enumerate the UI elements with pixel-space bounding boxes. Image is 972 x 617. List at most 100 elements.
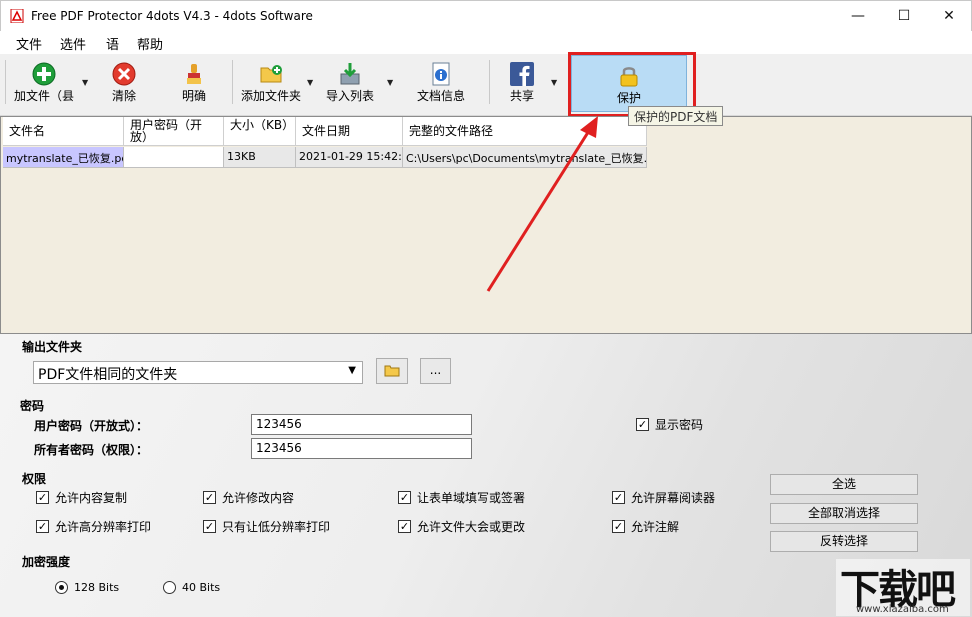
app-pdf-icon — [10, 9, 24, 23]
permission-label: 允许注解 — [631, 520, 680, 534]
owner-password-label: 所有者密码（权限）： — [34, 443, 149, 457]
permissions-title: 权限 — [22, 472, 47, 486]
add-file-label: 加文件（县 — [13, 89, 74, 103]
clear-label: 清除 — [111, 89, 136, 103]
add-folder-button[interactable]: 添加文件夹 — [236, 54, 306, 106]
deselect-all-button[interactable]: 全部取消选择 — [770, 503, 918, 524]
checkbox-icon: ✓ — [36, 491, 49, 504]
add-file-button[interactable]: 加文件（县 — [8, 54, 80, 106]
facebook-icon — [510, 62, 534, 86]
add-folder-icon — [260, 65, 282, 83]
permission-label: 让表单域填写或签署 — [417, 491, 526, 505]
cell-filename[interactable]: mytranslate_已恢复.pdf — [3, 147, 124, 168]
invert-selection-button[interactable]: 反转选择 — [770, 531, 918, 552]
folder-icon — [384, 365, 400, 377]
password-title: 密码 — [20, 399, 45, 413]
column-header-date[interactable]: 文件日期 — [296, 117, 403, 146]
cell-date: 2021-01-29 15:42:31 — [296, 147, 403, 168]
permission-checkbox[interactable]: ✓ 允许文件大会或更改 — [398, 518, 525, 535]
clear-icon — [112, 62, 136, 86]
checkbox-icon: ✓ — [612, 520, 625, 533]
radio-icon — [163, 581, 176, 594]
cell-size: 13KB — [224, 147, 296, 168]
permission-label: 允许高分辨率打印 — [55, 520, 152, 534]
window-title: Free PDF Protector 4dots V4.3 - 4dots So… — [31, 9, 313, 23]
permission-checkbox[interactable]: ✓ 允许修改内容 — [203, 489, 294, 506]
menu-options[interactable]: 选件 — [60, 34, 86, 53]
checkbox-icon: ✓ — [203, 520, 216, 533]
column-header-size[interactable]: 大小（KB） — [224, 117, 296, 146]
output-folder-title: 输出文件夹 — [22, 340, 83, 354]
user-password-label: 用户密码（开放式）： — [34, 419, 149, 433]
browse-folder-button[interactable] — [376, 358, 408, 384]
share-label: 共享 — [509, 89, 534, 103]
import-list-button[interactable]: 导入列表 — [320, 54, 380, 106]
protect-tooltip: 保护的PDF文档 — [628, 106, 724, 126]
toolbar: 加文件（县 ▼ 清除 明确 添加文件夹 ▼ 导入列表 ▼ 文档信息 共享 ▼ — [0, 54, 972, 116]
permission-checkbox[interactable]: ✓ 允许注解 — [612, 518, 679, 535]
close-button[interactable]: ✕ — [926, 1, 972, 31]
chevron-down-icon[interactable]: ▼ — [348, 365, 356, 376]
menu-language[interactable]: 语 — [106, 34, 119, 53]
file-grid[interactable]: 文件名 用户密码（开放） 大小（KB） 文件日期 完整的文件路径 mytrans… — [0, 116, 972, 334]
clarify-label: 明确 — [181, 89, 206, 103]
permission-checkbox[interactable]: ✓ 允许屏幕阅读器 — [612, 489, 715, 506]
watermark-url: www.xiazaiba.com — [856, 604, 949, 615]
clarify-button[interactable]: 明确 — [170, 54, 218, 106]
cell-path: C:\Users\pc\Documents\mytranslate_已恢复.pd… — [403, 147, 647, 168]
share-dropdown-icon[interactable]: ▼ — [551, 78, 557, 87]
permission-checkbox[interactable]: ✓ 只有让低分辨率打印 — [203, 518, 330, 535]
menu-help[interactable]: 帮助 — [137, 34, 163, 53]
output-folder-combo[interactable]: PDF文件相同的文件夹 ▼ — [33, 361, 363, 384]
add-folder-label: 添加文件夹 — [240, 89, 301, 103]
toolbar-separator — [5, 60, 6, 104]
import-list-dropdown-icon[interactable]: ▼ — [387, 78, 393, 87]
encryption-title: 加密强度 — [22, 555, 71, 569]
share-button[interactable]: 共享 — [500, 54, 544, 106]
title-bar: Free PDF Protector 4dots V4.3 - 4dots So… — [0, 0, 972, 31]
radio-40-bits[interactable]: 40 Bits — [163, 581, 220, 594]
doc-info-button[interactable]: 文档信息 — [410, 54, 472, 106]
maximize-button[interactable]: ☐ — [881, 1, 927, 31]
info-icon — [432, 62, 450, 86]
more-options-button[interactable]: ... — [420, 358, 451, 384]
add-folder-dropdown-icon[interactable]: ▼ — [307, 78, 313, 87]
import-icon — [340, 63, 360, 85]
radio-label: 40 Bits — [182, 581, 221, 594]
output-folder-value: PDF文件相同的文件夹 — [38, 367, 178, 383]
column-header-filename[interactable]: 文件名 — [3, 117, 124, 146]
show-password-label: 显示密码 — [655, 418, 704, 432]
add-file-dropdown-icon[interactable]: ▼ — [82, 78, 88, 87]
permission-label: 允许修改内容 — [222, 491, 295, 505]
permission-checkbox[interactable]: ✓ 允许内容复制 — [36, 489, 127, 506]
radio-label: 128 Bits — [74, 581, 120, 594]
radio-128-bits[interactable]: 128 Bits — [55, 581, 119, 594]
select-all-button[interactable]: 全选 — [770, 474, 918, 495]
permission-checkbox[interactable]: ✓ 让表单域填写或签署 — [398, 489, 525, 506]
permission-label: 允许文件大会或更改 — [417, 520, 526, 534]
permission-label: 允许屏幕阅读器 — [631, 491, 716, 505]
cell-user-password[interactable] — [124, 147, 224, 168]
column-header-path[interactable]: 完整的文件路径 — [403, 117, 647, 146]
checkbox-icon: ✓ — [636, 418, 649, 431]
import-list-label: 导入列表 — [325, 89, 374, 103]
permission-label: 只有让低分辨率打印 — [222, 520, 331, 534]
menu-file[interactable]: 文件 — [16, 34, 42, 53]
checkbox-icon: ✓ — [398, 491, 411, 504]
add-icon — [32, 62, 56, 86]
toolbar-separator — [489, 60, 490, 104]
user-password-input[interactable]: 123456 — [251, 414, 472, 435]
minimize-button[interactable]: — — [835, 1, 881, 31]
permission-label: 允许内容复制 — [55, 491, 128, 505]
checkbox-icon: ✓ — [612, 491, 625, 504]
watermark-logo: 下载吧 www.xiazaiba.com — [836, 559, 970, 616]
show-password-checkbox[interactable]: ✓ 显示密码 — [636, 416, 703, 433]
clear-button[interactable]: 清除 — [100, 54, 148, 106]
toolbar-separator — [232, 60, 233, 104]
permission-checkbox[interactable]: ✓ 允许高分辨率打印 — [36, 518, 151, 535]
checkbox-icon: ✓ — [203, 491, 216, 504]
brush-icon — [187, 64, 201, 84]
menu-bar: 文件 选件 语 帮助 — [0, 31, 972, 54]
owner-password-input[interactable]: 123456 — [251, 438, 472, 459]
column-header-user-password[interactable]: 用户密码（开放） — [124, 117, 224, 146]
